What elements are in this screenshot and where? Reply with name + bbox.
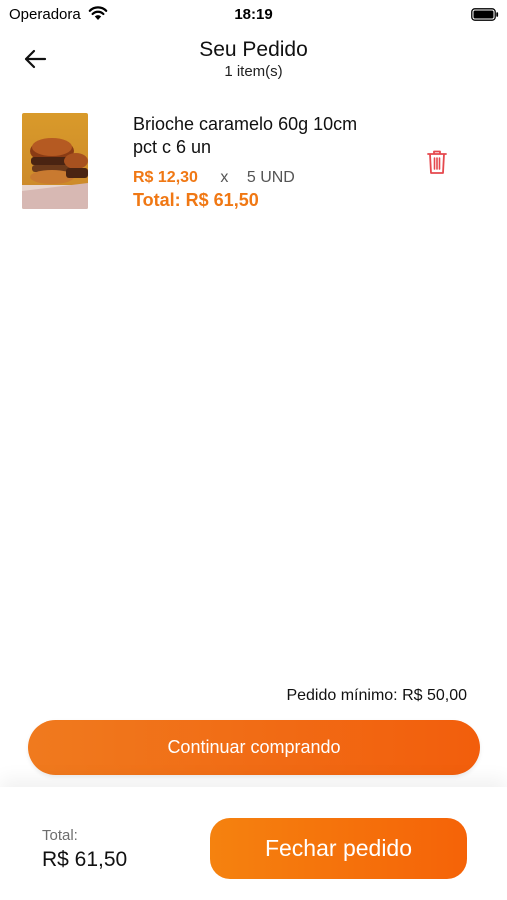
trash-icon [427,150,447,174]
product-name: Brioche caramelo 60g 10cm pct c 6 un [133,114,358,157]
total-value: R$ 61,50 [42,848,128,871]
delete-item-button[interactable] [424,147,450,177]
multiply-sign: x [220,169,229,186]
item-count: 1 item(s) [224,63,283,80]
unit-price: R$ 12,30 [133,169,198,186]
footer: Total: R$ 61,50 Fechar pedido [0,787,507,900]
cart-item: Brioche caramelo 60g 10cm pct c 6 un R$ … [0,105,507,220]
close-order-button[interactable]: Fechar pedido [210,818,467,879]
total-label: Total: [42,827,78,844]
status-bar: Operadora 18:19 [0,0,507,28]
continue-shopping-button[interactable]: Continuar comprando [28,720,480,775]
price-row: R$ 12,30 x 5 UND [133,169,295,187]
product-image [22,113,88,209]
clock: 18:19 [234,6,273,23]
battery-icon [471,8,499,21]
page-title: Seu Pedido [199,38,308,61]
item-total: Total: R$ 61,50 [133,190,259,210]
minimum-order-text: Pedido mínimo: R$ 50,00 [286,687,467,704]
quantity: 5 UND [246,169,295,186]
nav-header: Seu Pedido 1 item(s) [0,30,507,90]
